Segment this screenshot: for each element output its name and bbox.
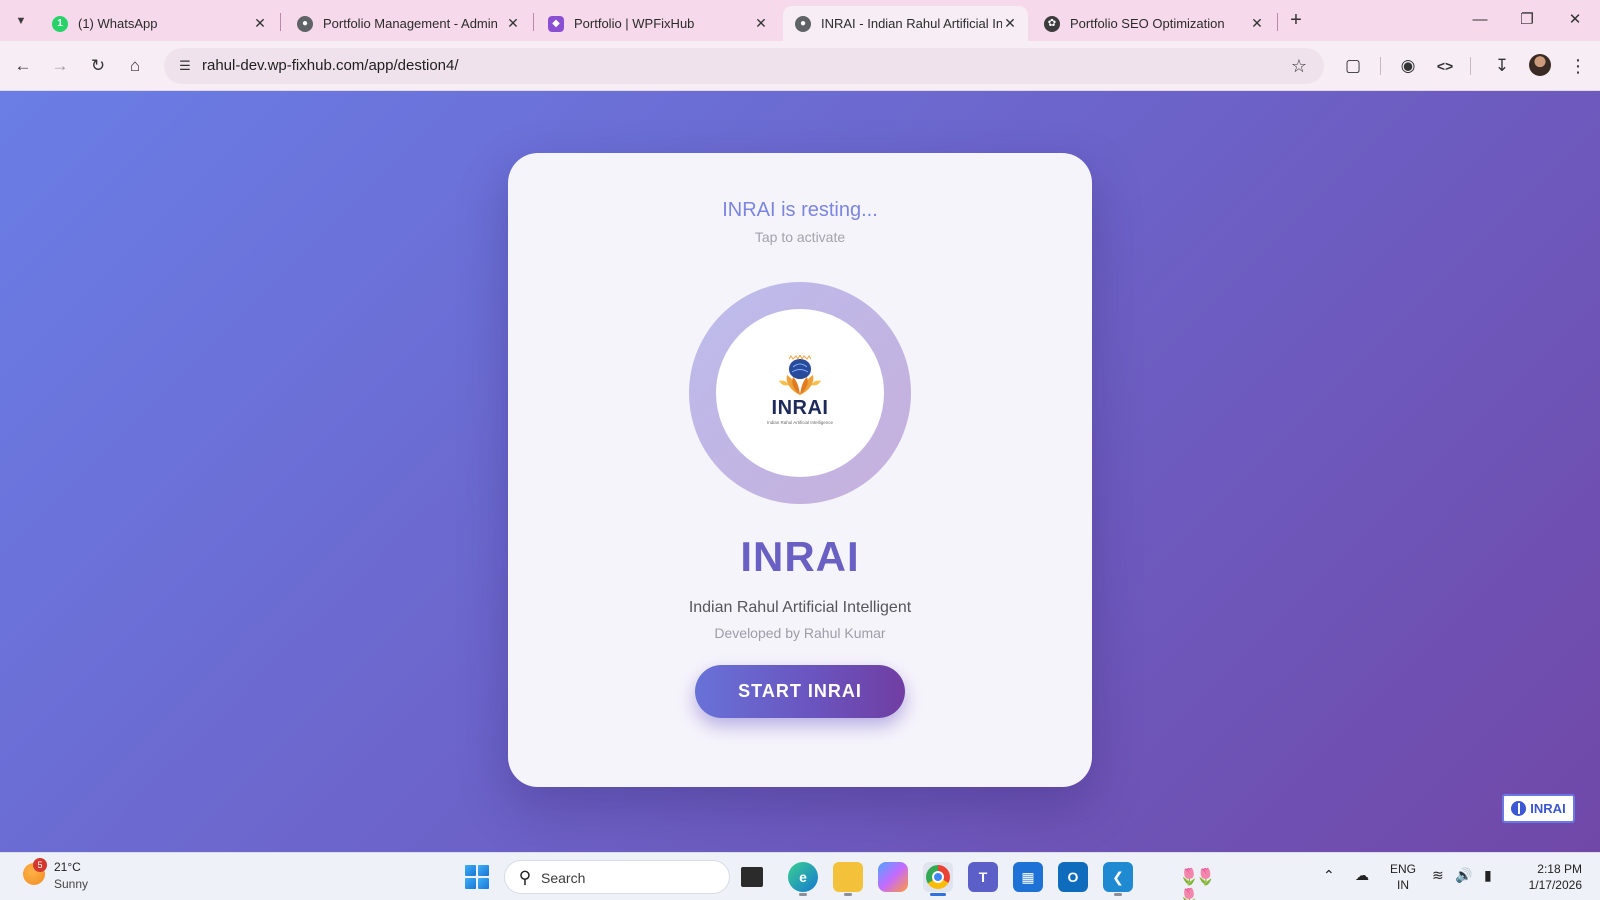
tab-search-chevron-icon[interactable]: ▼ xyxy=(9,9,33,33)
chrome-logo-icon xyxy=(926,865,950,889)
chrome-icon[interactable] xyxy=(923,862,953,896)
show-hidden-icons-chevron-icon[interactable]: ⌃ xyxy=(1323,867,1335,884)
download-icon[interactable]: ↧ xyxy=(1489,53,1515,79)
tab-whatsapp[interactable]: 1 (1) WhatsApp ✕ xyxy=(40,6,278,41)
vscode-icon[interactable]: ❮ xyxy=(1103,862,1133,896)
brand-full-name: Indian Rahul Artificial Intelligent xyxy=(688,599,912,616)
windows-taskbar: 5 21°C Sunny ⚲ Search 🌷🌷🌷 e T ▦ O ❮ ⌃ ☁ … xyxy=(0,852,1600,900)
start-inrai-button[interactable]: START INRAI xyxy=(695,665,905,718)
tulips-highlight-icon: 🌷🌷🌷 xyxy=(1179,869,1216,900)
bookmark-star-icon[interactable]: ☆ xyxy=(1286,53,1312,79)
outlook-icon[interactable]: O xyxy=(1058,862,1088,892)
brand-title: INRAI xyxy=(740,533,860,580)
language-indicator[interactable]: ENG IN xyxy=(1390,861,1416,893)
close-tab-icon[interactable]: ✕ xyxy=(252,15,268,32)
devtools-code-icon[interactable]: <> xyxy=(1432,53,1458,79)
status-text: INRAI is resting... xyxy=(722,199,878,221)
copilot-icon[interactable] xyxy=(878,862,908,892)
toolbar-divider xyxy=(1470,57,1471,75)
back-arrow-icon[interactable]: ← xyxy=(10,53,36,79)
microsoft-store-icon[interactable]: ▦ xyxy=(1013,862,1043,892)
tab-title: Portfolio SEO Optimization xyxy=(1070,16,1225,31)
close-tab-icon[interactable]: ✕ xyxy=(753,15,769,32)
tab-portfolio-admin[interactable]: ● Portfolio Management - Admin ✕ xyxy=(285,6,531,41)
wifi-icon[interactable]: ≋ xyxy=(1432,867,1444,884)
toolbar-divider xyxy=(1380,57,1381,75)
address-bar[interactable]: ☰ rahul-dev.wp-fixhub.com/app/destion4/ … xyxy=(164,48,1324,84)
close-window-icon[interactable]: ✕ xyxy=(1560,8,1590,32)
profile-avatar[interactable] xyxy=(1529,54,1551,76)
browser-tab-strip: ▼ 1 (1) WhatsApp ✕ ● Portfolio Managemen… xyxy=(0,0,1600,41)
home-icon[interactable]: ⌂ xyxy=(122,53,148,79)
developer-credit: Developed by Rahul Kumar xyxy=(714,625,886,641)
windows-start-icon[interactable] xyxy=(465,865,489,889)
activation-orb[interactable]: INRAI Indian Rahul Artificial Intelligen… xyxy=(689,282,911,504)
close-tab-icon[interactable]: ✕ xyxy=(1249,15,1265,32)
site-settings-icon[interactable]: ☰ xyxy=(172,53,198,79)
page-background: INRAI is resting... Tap to activate INRA… xyxy=(0,91,1600,852)
tab-separator xyxy=(280,13,281,31)
whatsapp-icon: 1 xyxy=(52,15,68,32)
extensions-puzzle-icon[interactable]: ▢ xyxy=(1340,53,1366,79)
close-tab-icon[interactable]: ✕ xyxy=(505,15,521,32)
tab-inrai-active[interactable]: ● INRAI - Indian Rahul Artificial In ✕ xyxy=(783,6,1028,41)
tab-title: Portfolio | WPFixHub xyxy=(574,16,695,31)
logo-wordmark: INRAI xyxy=(771,397,829,419)
lotus-brain-logo-icon xyxy=(779,355,821,395)
openai-icon: ✿ xyxy=(1044,15,1060,32)
language-region: IN xyxy=(1397,878,1409,892)
edge-browser-icon[interactable]: e xyxy=(788,862,818,896)
battery-icon[interactable]: ▮ xyxy=(1484,867,1492,884)
more-menu-kebab-icon[interactable]: ⋮ xyxy=(1565,53,1591,79)
search-placeholder: Search xyxy=(541,870,586,886)
inrai-card: INRAI is resting... Tap to activate INRA… xyxy=(508,153,1092,787)
logo-tagline: Indian Rahul Artificial Intelligence xyxy=(766,420,834,425)
brain-icon xyxy=(1511,801,1527,816)
file-explorer-icon[interactable] xyxy=(833,862,863,896)
restore-icon[interactable]: ❐ xyxy=(1512,8,1542,32)
url-text[interactable]: rahul-dev.wp-fixhub.com/app/destion4/ xyxy=(202,57,459,74)
task-view-icon[interactable] xyxy=(741,867,763,887)
globe-icon: ● xyxy=(795,15,811,32)
incognito-icon[interactable]: ◉ xyxy=(1395,53,1421,79)
tab-separator xyxy=(1277,13,1278,31)
weather-condition: Sunny xyxy=(54,877,89,891)
volume-icon[interactable]: 🔊 xyxy=(1455,867,1472,884)
new-tab-plus-icon[interactable]: + xyxy=(1284,9,1308,33)
clock-time: 2:18 PM xyxy=(1537,862,1582,876)
weather-alert-badge: 5 xyxy=(33,858,47,872)
tab-portfolio-wpfixhub[interactable]: ◆ Portfolio | WPFixHub ✕ xyxy=(536,6,779,41)
hint-text: Tap to activate xyxy=(754,229,846,245)
tab-title: (1) WhatsApp xyxy=(78,16,158,31)
reload-icon[interactable]: ↻ xyxy=(85,53,111,79)
tab-portfolio-seo[interactable]: ✿ Portfolio SEO Optimization ✕ xyxy=(1032,6,1275,41)
logo-circle[interactable]: INRAI Indian Rahul Artificial Intelligen… xyxy=(716,309,884,477)
teams-icon[interactable]: T xyxy=(968,862,998,892)
globe-icon: ● xyxy=(297,15,313,32)
browser-toolbar: ← → ↻ ⌂ ☰ rahul-dev.wp-fixhub.com/app/de… xyxy=(0,41,1600,91)
shield-icon: ◆ xyxy=(548,15,564,32)
close-tab-icon[interactable]: ✕ xyxy=(1002,15,1018,32)
taskbar-search-box[interactable]: ⚲ Search 🌷🌷🌷 xyxy=(504,860,1216,900)
tab-separator xyxy=(533,13,534,31)
language-code: ENG xyxy=(1390,862,1417,876)
onedrive-cloud-icon[interactable]: ☁ xyxy=(1355,867,1369,884)
tab-title: Portfolio Management - Admin xyxy=(323,16,498,31)
system-clock[interactable]: 2:18 PM 1/17/2026 xyxy=(1520,861,1582,893)
search-icon: ⚲ xyxy=(518,868,532,887)
tab-title: INRAI - Indian Rahul Artificial In xyxy=(821,16,1002,31)
clock-date: 1/17/2026 xyxy=(1528,878,1582,892)
minimize-icon[interactable]: — xyxy=(1465,8,1495,32)
weather-temperature: 21°C xyxy=(54,860,81,874)
inrai-corner-badge[interactable]: INRAI xyxy=(1502,794,1575,823)
forward-arrow-icon[interactable]: → xyxy=(47,53,73,79)
badge-label: INRAI xyxy=(1530,801,1566,816)
